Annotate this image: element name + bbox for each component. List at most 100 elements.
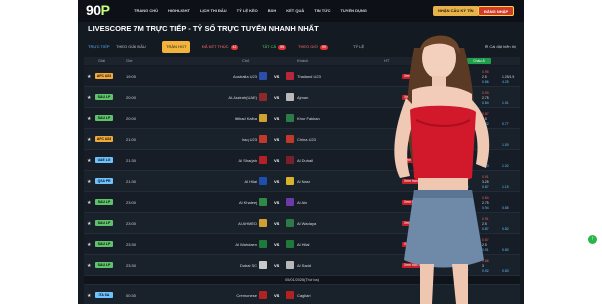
col-league: Giải — [98, 58, 106, 63]
league-badge: SAU LP — [95, 94, 113, 100]
home-team-name: Al-Jazirah(UAE) — [228, 95, 257, 100]
home-team-name: Ittihad Kalba — [234, 116, 257, 121]
away-team-logo-icon — [286, 240, 294, 248]
nav-item[interactable]: HIGHLIGHT — [168, 8, 190, 13]
nav-item[interactable]: KẾT QUẢ — [286, 8, 304, 13]
nav-item[interactable]: TRANG CHỦ — [134, 8, 158, 13]
versus-label: VS — [274, 200, 280, 205]
away-team-logo-icon — [286, 72, 294, 80]
away-team-name: Thailand U23 — [297, 74, 321, 79]
favorite-star-icon[interactable]: ★ — [87, 263, 91, 269]
away-team-name: Al Sadd — [297, 263, 312, 268]
home-team-name: Al AHMED — [238, 221, 257, 226]
home-team-logo-icon — [259, 240, 267, 248]
favorite-star-icon[interactable]: ★ — [87, 137, 91, 143]
filter-live-tab[interactable]: TRỰC TIẾP — [84, 41, 114, 53]
home-team-name: Dubai SC — [239, 263, 257, 268]
match-time: 21:30 — [126, 158, 137, 163]
match-time: 19:00 — [126, 74, 137, 79]
versus-label: VS — [274, 263, 280, 268]
favorite-star-icon[interactable]: ★ — [87, 242, 91, 248]
away-team-name: Al Hilal — [297, 242, 310, 247]
home-team-logo-icon — [259, 93, 267, 101]
match-time: 00:30 — [126, 293, 137, 298]
nav-item[interactable]: TUYỂN DỤNG — [340, 8, 366, 13]
home-team-logo-icon — [259, 72, 267, 80]
favorite-star-icon[interactable]: ★ — [87, 74, 91, 80]
away-team-logo-icon — [286, 219, 294, 227]
league-badge: UAE LG — [95, 157, 113, 163]
match-time: 23:30 — [126, 242, 137, 247]
bonus-button[interactable]: NHẬN CẦU KỲ TÍN — [433, 6, 479, 16]
home-team-logo-icon — [259, 135, 267, 143]
filter-finished-label: ĐÃ KẾT THÚC — [202, 44, 229, 49]
versus-label: VS — [274, 158, 280, 163]
match-time: 21:30 — [126, 179, 137, 184]
filter-time-label: THEO GIỜ — [298, 44, 318, 49]
league-badge: SAU LP — [95, 115, 113, 121]
nav-item[interactable]: TỶ LỆ KÈO — [237, 8, 258, 13]
favorite-star-icon[interactable]: ★ — [87, 95, 91, 101]
away-team-name: China U23 — [297, 137, 316, 142]
away-team-name: Ajman — [297, 95, 309, 100]
versus-label: VS — [274, 74, 280, 79]
away-team-logo-icon — [286, 291, 294, 299]
filter-league-tab[interactable]: THEO GIẢI ĐẤU — [112, 41, 150, 53]
time-count-badge: 99 — [319, 45, 328, 50]
home-team-name: Australia U23 — [232, 74, 257, 79]
col-time: Giờ — [126, 58, 133, 63]
away-team-logo-icon — [286, 135, 294, 143]
league-badge: SAU LP — [95, 241, 113, 247]
home-team-logo-icon — [259, 177, 267, 185]
match-time: 21:00 — [126, 137, 137, 142]
home-team-name: Al Khaleej — [238, 200, 257, 205]
nav-item[interactable]: TIN TỨC — [314, 8, 330, 13]
top-navigation-bar: 90P TRANG CHỦ HIGHLIGHT LỊCH THI ĐẤU TỶ LỆ … — [78, 0, 524, 22]
versus-label: VS — [274, 137, 280, 142]
site-logo[interactable]: 90P — [86, 2, 110, 18]
home-team-logo-icon — [259, 219, 267, 227]
nav-item[interactable]: BXH — [268, 8, 276, 13]
favorite-star-icon[interactable]: ★ — [87, 179, 91, 185]
filter-time-tab[interactable]: THEO GIỜ 99 — [294, 41, 332, 53]
favorite-star-icon[interactable]: ★ — [87, 158, 91, 164]
match-time: 23:00 — [126, 200, 137, 205]
away-team-logo-icon — [286, 198, 294, 206]
livescore-screen: 90P TRANG CHỦ HIGHLIGHT LỊCH THI ĐẤU TỶ LỆ … — [78, 0, 524, 304]
away-team-logo-icon — [286, 93, 294, 101]
away-team-name: Al Duhail — [297, 158, 314, 163]
filter-all-tab[interactable]: TẤT CẢ 55 — [258, 41, 290, 53]
home-team-logo-icon — [259, 198, 267, 206]
login-button[interactable]: ĐĂNG NHẬP — [478, 6, 515, 16]
versus-label: VS — [274, 179, 280, 184]
page-frame: 90P TRANG CHỦ HIGHLIGHT LỊCH THI ĐẤU TỶ LỆ … — [0, 0, 602, 304]
favorite-star-icon[interactable]: ★ — [87, 221, 91, 227]
home-team-name: Cremonese — [236, 293, 257, 298]
filter-odds-tab[interactable]: TỶ LỆ — [349, 41, 368, 53]
promo-model-image — [394, 35, 490, 304]
league-badge: SAU LP — [95, 220, 113, 226]
home-team-name: Al Hilal — [244, 179, 257, 184]
all-count-badge: 55 — [278, 45, 287, 50]
filter-all-label: TẤT CẢ — [262, 44, 277, 49]
away-team-name: Al Ain — [297, 200, 308, 205]
nav-item[interactable]: LỊCH THI ĐẤU — [200, 8, 227, 13]
filter-finished-tab[interactable]: ĐÃ KẾT THÚC 42 — [198, 41, 242, 53]
favorite-star-icon[interactable]: ★ — [87, 293, 91, 299]
filter-hot-tab[interactable]: TRẬN HOT — [162, 41, 191, 53]
chat-support-icon[interactable]: ↑ — [588, 235, 597, 244]
away-team-logo-icon — [286, 177, 294, 185]
league-badge: AFC U23 — [95, 73, 113, 79]
away-team-name: Cagliari — [297, 293, 311, 298]
away-team-logo-icon — [286, 261, 294, 269]
favorite-star-icon[interactable]: ★ — [87, 116, 91, 122]
match-time: 23:30 — [126, 263, 137, 268]
home-team-name: Al Sharjah — [238, 158, 257, 163]
page-title: LIVESCORE 7M TRỰC TIẾP - TỶ SỐ TRỰC TUYẾ… — [88, 24, 319, 33]
favorite-star-icon[interactable]: ★ — [87, 200, 91, 206]
away-team-name: Al Wadaya — [297, 221, 317, 226]
versus-label: VS — [274, 242, 280, 247]
col-away: Khách — [297, 58, 309, 63]
versus-label: VS — [274, 293, 280, 298]
league-badge: AFC U23 — [95, 136, 113, 142]
